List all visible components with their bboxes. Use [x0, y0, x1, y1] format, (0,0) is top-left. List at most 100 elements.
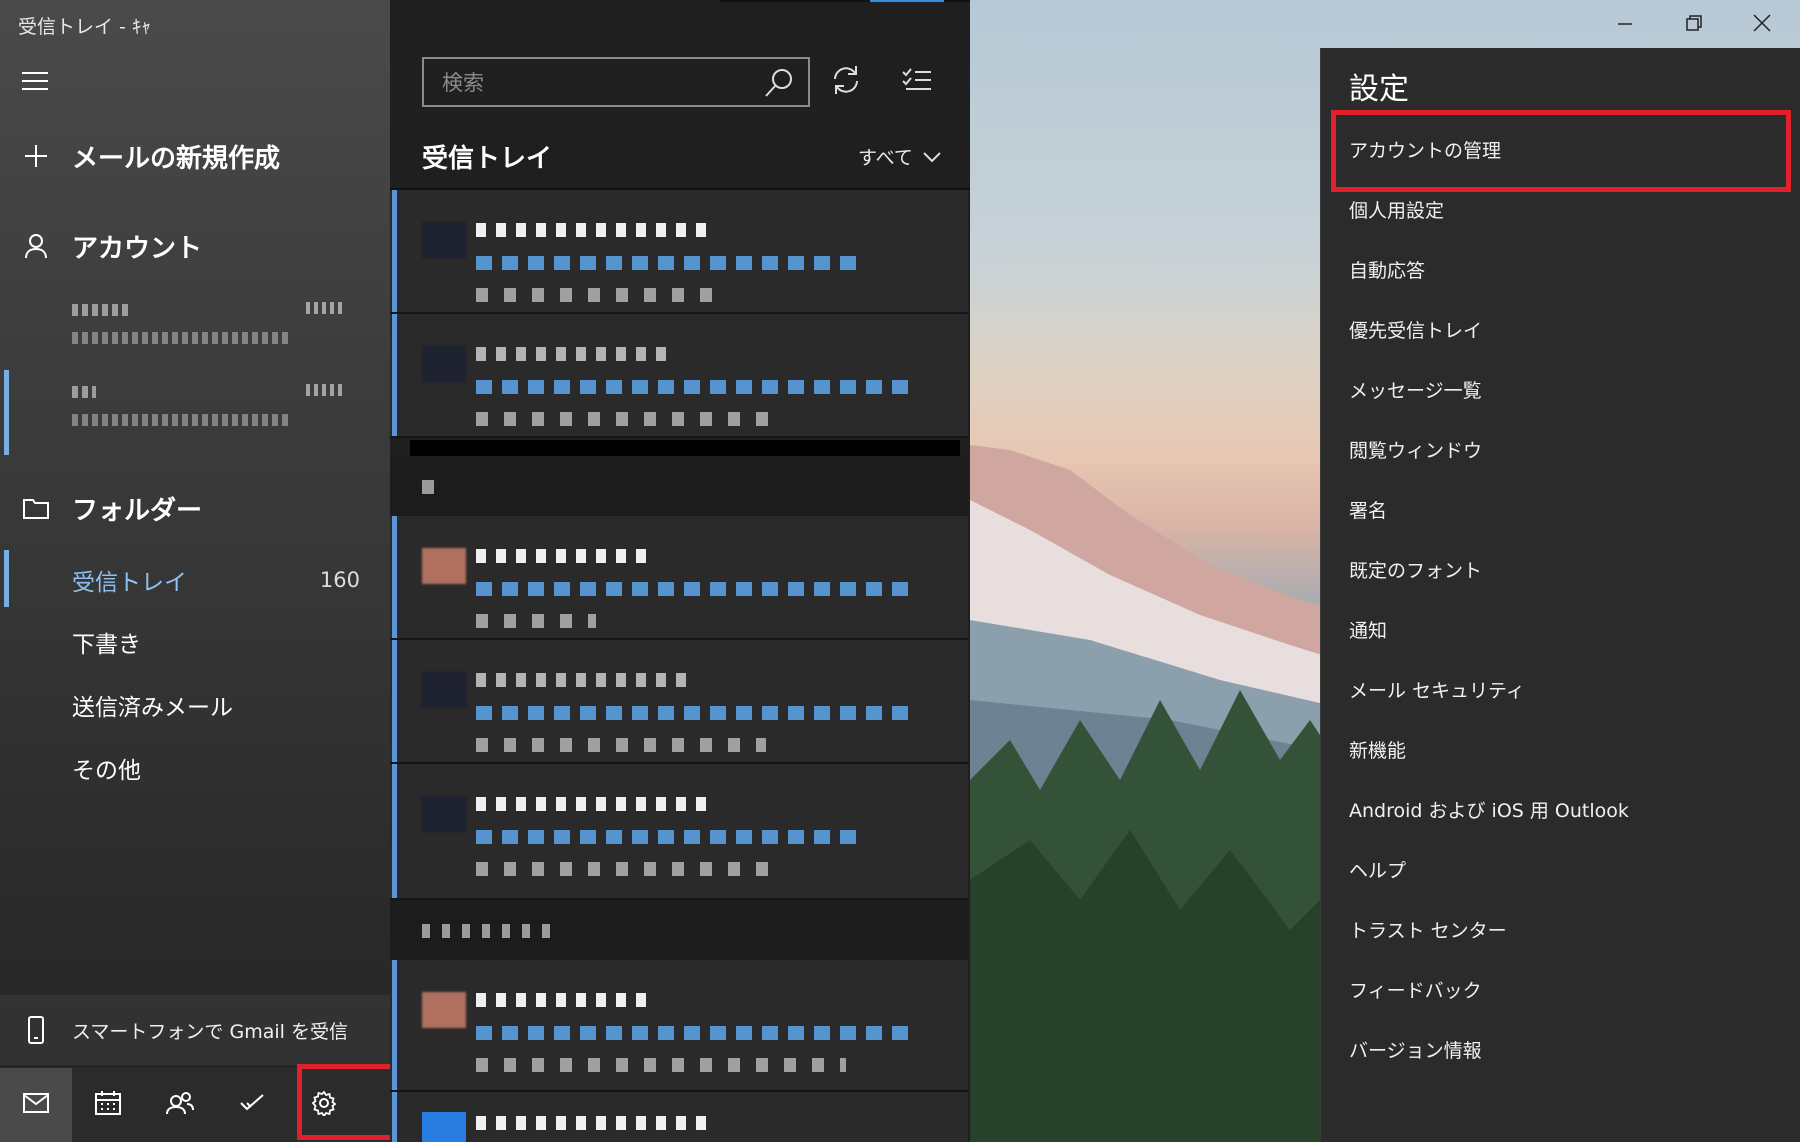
minimize-icon	[1617, 15, 1633, 35]
sender-redacted	[476, 673, 686, 687]
progress-track	[720, 0, 970, 2]
message-item[interactable]	[390, 764, 968, 900]
restore-button[interactable]	[1674, 10, 1714, 40]
checklist-icon	[902, 68, 932, 96]
sender-redacted	[476, 347, 676, 361]
settings-item-notifications[interactable]: 通知	[1349, 616, 1387, 643]
subject-redacted	[476, 380, 916, 394]
message-item[interactable]	[390, 190, 968, 314]
date-label-redacted	[422, 480, 434, 494]
folder-other[interactable]: その他	[72, 743, 372, 793]
account-name-redacted	[72, 304, 132, 316]
subject-redacted	[476, 256, 856, 270]
sender-avatar	[422, 796, 466, 832]
progress-indicator	[870, 0, 944, 2]
settings-item-message-list[interactable]: メッセージ一覧	[1349, 376, 1482, 403]
message-item[interactable]	[390, 960, 968, 1092]
restore-icon	[1686, 15, 1702, 35]
settings-item-default-font[interactable]: 既定のフォント	[1349, 556, 1482, 583]
sync-button[interactable]	[830, 64, 862, 100]
folder-label: 下書き	[72, 632, 141, 658]
account-item[interactable]	[72, 378, 342, 438]
folder-sent[interactable]: 送信済みメール	[72, 680, 372, 730]
message-item[interactable]	[390, 640, 968, 764]
settings-item-email-security[interactable]: メール セキュリティ	[1349, 676, 1525, 703]
settings-item-automatic-replies[interactable]: 自動応答	[1349, 256, 1425, 283]
sender-avatar	[422, 346, 466, 382]
subject-redacted	[476, 706, 916, 720]
sender-avatar	[422, 222, 466, 258]
new-mail-button[interactable]: メールの新規作成	[0, 128, 390, 184]
sender-avatar	[422, 1112, 466, 1142]
search-box[interactable]	[422, 57, 810, 107]
message-item[interactable]	[390, 516, 968, 640]
todo-app-button[interactable]	[216, 1068, 288, 1142]
accounts-label: アカウント	[72, 233, 203, 264]
sender-redacted	[476, 797, 716, 811]
phone-promo-label: スマートフォンで Gmail を受信	[72, 1020, 348, 1043]
folder-icon	[0, 497, 72, 519]
selection-mode-button[interactable]	[902, 68, 932, 96]
minimize-button[interactable]	[1605, 10, 1645, 40]
new-mail-label: メールの新規作成	[72, 143, 281, 174]
settings-item-whats-new[interactable]: 新機能	[1349, 736, 1406, 763]
folders-header[interactable]: フォルダー	[0, 480, 390, 536]
filter-label: すべて	[858, 147, 913, 169]
sync-icon	[830, 66, 862, 100]
settings-item-trust-center[interactable]: トラスト センター	[1349, 916, 1507, 943]
selected-account-indicator	[4, 370, 9, 455]
sender-avatar	[422, 992, 466, 1028]
preview-redacted	[476, 288, 716, 302]
navigation-pane: 受信トレイ - ｷｬ メールの新規作成 アカウント フォルダー 受信トレイ 16…	[0, 0, 390, 1142]
account-name-redacted	[72, 386, 96, 398]
subject-redacted	[476, 1026, 916, 1040]
settings-item-help[interactable]: ヘルプ	[1349, 856, 1406, 883]
sender-avatar	[422, 548, 466, 584]
window-title: 受信トレイ - ｷｬ	[18, 16, 151, 38]
message-item[interactable]	[390, 1092, 968, 1142]
search-icon[interactable]	[764, 68, 794, 102]
unread-indicator	[392, 314, 397, 436]
settings-item-feedback[interactable]: フィードバック	[1349, 976, 1482, 1003]
person-icon	[0, 233, 72, 259]
settings-item-signature[interactable]: 署名	[1349, 496, 1387, 523]
settings-item-focused-inbox[interactable]: 優先受信トレイ	[1349, 316, 1482, 343]
hamburger-menu-icon[interactable]	[22, 72, 48, 92]
message-list-pane: 受信トレイ すべて	[390, 0, 970, 1142]
folders-label: フォルダー	[72, 495, 203, 526]
folder-drafts[interactable]: 下書き	[72, 617, 372, 667]
manage-accounts-highlight	[1331, 110, 1791, 192]
account-tag-redacted	[306, 302, 342, 314]
unread-indicator	[392, 764, 397, 898]
settings-item-personalization[interactable]: 個人用設定	[1349, 196, 1444, 223]
close-button[interactable]	[1742, 10, 1782, 40]
preview-redacted	[476, 1058, 846, 1072]
sender-redacted	[476, 223, 716, 237]
unread-indicator	[392, 1092, 397, 1142]
sender-redacted	[476, 549, 656, 563]
unread-count: 160	[319, 568, 360, 592]
people-app-button[interactable]	[144, 1068, 216, 1142]
message-item[interactable]	[390, 314, 968, 438]
preview-redacted	[476, 738, 766, 752]
mail-app-button[interactable]	[0, 1068, 72, 1142]
calendar-icon	[95, 1091, 121, 1119]
date-group-header	[390, 456, 968, 516]
calendar-app-button[interactable]	[72, 1068, 144, 1142]
date-group-header	[390, 900, 968, 960]
account-email-redacted	[72, 414, 292, 426]
folder-inbox[interactable]: 受信トレイ 160	[72, 555, 372, 605]
subject-redacted	[476, 830, 856, 844]
checkmark-icon	[239, 1093, 265, 1117]
mail-icon	[23, 1093, 49, 1117]
accounts-header[interactable]: アカウント	[0, 218, 390, 274]
get-mail-on-phone-link[interactable]: スマートフォンで Gmail を受信	[0, 995, 390, 1065]
account-item[interactable]	[72, 296, 342, 356]
search-input[interactable]	[440, 59, 744, 107]
filter-dropdown[interactable]: すべて	[858, 143, 941, 170]
settings-item-about[interactable]: バージョン情報	[1349, 1036, 1482, 1063]
phone-icon	[0, 1016, 72, 1044]
settings-item-outlook-mobile[interactable]: Android および iOS 用 Outlook	[1349, 796, 1629, 823]
preview-redacted	[476, 862, 776, 876]
settings-item-reading-pane[interactable]: 閲覧ウィンドウ	[1349, 436, 1482, 463]
